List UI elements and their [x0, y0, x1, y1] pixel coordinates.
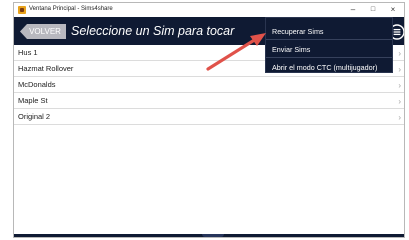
menu-divider	[266, 57, 392, 58]
menu-item-recuperar-sims[interactable]: Recuperar Sims	[272, 27, 324, 36]
menu-item-modo-ctc[interactable]: Abrir el modo CTC (multijugador)	[272, 63, 377, 72]
list-item[interactable]: McDonalds ›	[14, 77, 404, 93]
menu-item-enviar-sims[interactable]: Enviar Sims	[272, 45, 310, 54]
chevron-right-icon: ›	[398, 65, 401, 74]
list-item-label: McDonalds	[18, 80, 56, 89]
chevron-right-icon: ›	[398, 49, 401, 58]
minimize-button[interactable]: –	[346, 4, 360, 16]
chevron-right-icon: ›	[398, 113, 401, 122]
list-item-label: Maple St	[18, 96, 48, 105]
chevron-right-icon: ›	[398, 81, 401, 90]
app-icon	[18, 6, 26, 14]
window-title: Ventana Principal - Sims4share	[29, 6, 113, 12]
list-item[interactable]: Maple St ›	[14, 93, 404, 109]
app-window: Ventana Principal - Sims4share – □ × VOL…	[13, 2, 405, 238]
list-item-label: Original 2	[18, 112, 51, 121]
list-item-label: Hus 1	[18, 48, 38, 57]
maximize-button[interactable]: □	[366, 4, 380, 16]
menu-divider	[266, 39, 392, 40]
chevron-right-icon: ›	[398, 97, 401, 106]
bottom-bar	[14, 234, 404, 237]
title-bar: Ventana Principal - Sims4share – □ ×	[14, 3, 404, 17]
dropdown-menu: Recuperar Sims Enviar Sims Abrir el modo…	[265, 17, 393, 73]
back-button[interactable]: VOLVER	[20, 24, 66, 39]
page-title: Seleccione un Sim para tocar	[71, 24, 235, 38]
list-item[interactable]: Original 2 ›	[14, 109, 404, 125]
close-button[interactable]: ×	[386, 4, 400, 16]
list-item-label: Hazmat Rollover	[18, 64, 74, 73]
